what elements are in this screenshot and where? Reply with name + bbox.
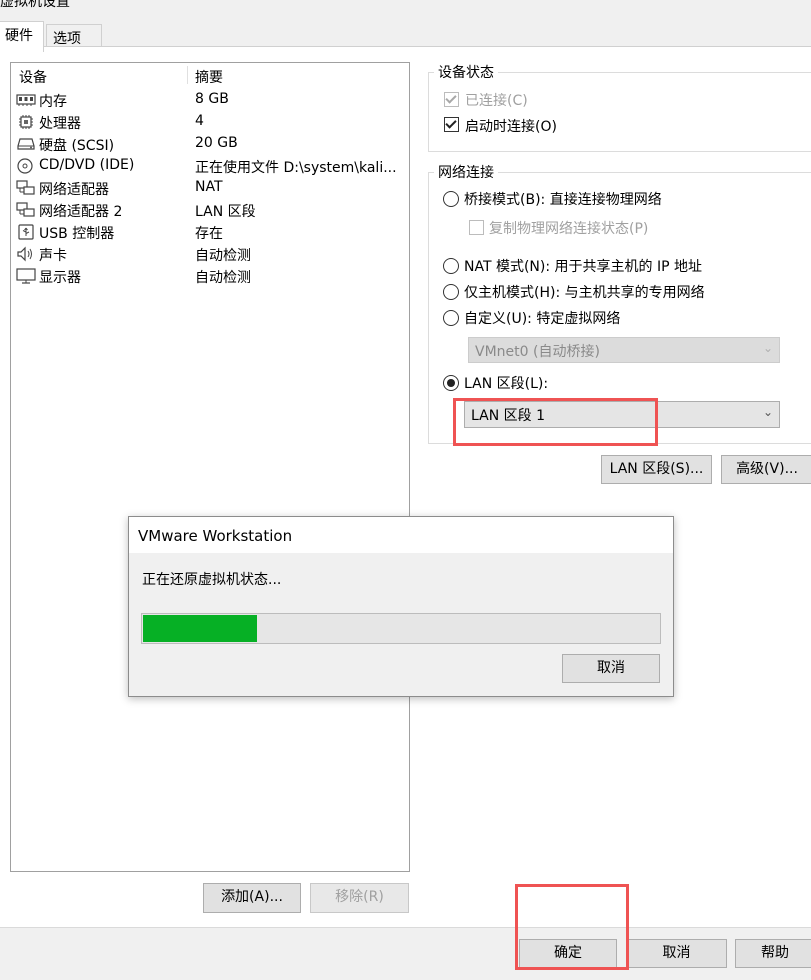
device-list-header: 设备 摘要 <box>11 63 409 87</box>
chevron-down-icon: ⌄ <box>762 341 773 355</box>
chevron-down-icon: ⌄ <box>762 405 773 419</box>
replicate-state-checkbox[interactable] <box>469 220 484 235</box>
device-name: 网络适配器 <box>39 182 109 198</box>
device-summary: 8 GB <box>195 91 229 107</box>
add-device-button[interactable]: 添加(A)... <box>203 883 301 913</box>
progress-bar <box>141 613 661 644</box>
cancel-button[interactable]: 取消 <box>626 939 727 968</box>
lan-segment-radio[interactable] <box>443 375 459 391</box>
bridged-label: 桥接模式(B): 直接连接物理网络 <box>464 192 662 208</box>
connected-checkbox[interactable] <box>444 92 459 107</box>
device-row-network-adapter-2[interactable]: 网络适配器 2 LAN 区段 <box>11 199 409 221</box>
custom-network-select[interactable]: VMnet0 (自动桥接) ⌄ <box>468 337 780 363</box>
device-summary: NAT <box>195 179 223 195</box>
lan-segment-label: LAN 区段(L): <box>464 376 549 392</box>
nat-radio[interactable] <box>443 258 459 274</box>
dialog-message: 正在还原虚拟机状态... <box>142 572 282 588</box>
connect-on-power-checkbox[interactable] <box>444 117 459 132</box>
device-row-processor[interactable]: 处理器 4 <box>11 111 409 133</box>
device-name: CD/DVD (IDE) <box>39 157 135 173</box>
host-only-radio[interactable] <box>443 284 459 300</box>
dialog-title-bar: VMware Workstation <box>129 517 673 553</box>
network-connection-title: 网络连接 <box>434 162 498 182</box>
device-name: 内存 <box>39 94 67 110</box>
device-name: 声卡 <box>39 248 67 264</box>
network-icon <box>16 180 35 195</box>
device-row-hard-disk[interactable]: 硬盘 (SCSI) 20 GB <box>11 133 409 155</box>
host-only-label: 仅主机模式(H): 与主机共享的专用网络 <box>464 285 705 301</box>
device-summary: 正在使用文件 D:\system\kali... <box>195 160 397 176</box>
device-summary: 自动检测 <box>195 270 251 286</box>
device-status-title: 设备状态 <box>434 62 498 82</box>
device-name: USB 控制器 <box>39 226 115 242</box>
tab-row: 硬件 选项 <box>0 14 811 52</box>
progress-dialog: VMware Workstation 正在还原虚拟机状态... 取消 <box>128 516 674 697</box>
dialog-cancel-button[interactable]: 取消 <box>562 654 660 683</box>
device-summary: 存在 <box>195 226 223 242</box>
device-row-usb-controller[interactable]: USB 控制器 存在 <box>11 221 409 243</box>
device-summary: 4 <box>195 113 204 129</box>
device-row-sound-card[interactable]: 声卡 自动检测 <box>11 243 409 265</box>
device-name: 显示器 <box>39 270 81 286</box>
device-name: 处理器 <box>39 116 81 132</box>
device-column-header[interactable]: 设备 <box>19 67 47 87</box>
remove-device-button[interactable]: 移除(R) <box>310 883 409 913</box>
device-summary: 自动检测 <box>195 248 251 264</box>
device-row-cd-dvd[interactable]: CD/DVD (IDE) 正在使用文件 D:\system\kali... <box>11 155 409 177</box>
dialog-title: VMware Workstation <box>138 527 293 545</box>
window-title-strip: 虚拟机设置 <box>0 0 811 14</box>
lan-segments-button[interactable]: LAN 区段(S)... <box>601 455 712 484</box>
custom-label: 自定义(U): 特定虚拟网络 <box>464 311 621 327</box>
highlight-box <box>453 398 658 446</box>
device-name: 硬盘 (SCSI) <box>39 138 115 154</box>
device-row-display[interactable]: 显示器 自动检测 <box>11 265 409 287</box>
nat-label: NAT 模式(N): 用于共享主机的 IP 地址 <box>464 259 702 275</box>
speaker-icon <box>17 246 32 262</box>
device-name: 网络适配器 2 <box>39 204 123 220</box>
device-summary: 20 GB <box>195 135 238 151</box>
usb-icon <box>18 224 34 240</box>
window-title: 虚拟机设置 <box>0 0 70 10</box>
device-summary: LAN 区段 <box>195 204 256 220</box>
tab-hardware[interactable]: 硬件 <box>0 21 44 52</box>
summary-column-header[interactable]: 摘要 <box>195 67 223 87</box>
device-row-network-adapter[interactable]: 网络适配器 NAT <box>11 177 409 199</box>
custom-network-value: VMnet0 (自动桥接) <box>475 344 600 360</box>
device-list[interactable]: 设备 摘要 内存 8 GB 处理器 4 硬盘 (SCSI) 20 GB CD/D… <box>10 62 410 872</box>
network-icon <box>16 202 35 217</box>
column-separator <box>187 66 188 84</box>
disk-icon <box>17 138 35 150</box>
device-row-memory[interactable]: 内存 8 GB <box>11 89 409 111</box>
connected-label: 已连接(C) <box>465 93 528 109</box>
cpu-icon <box>19 115 33 129</box>
device-status-group <box>428 72 811 152</box>
replicate-state-label: 复制物理网络连接状态(P) <box>489 221 649 237</box>
custom-radio[interactable] <box>443 310 459 326</box>
connect-on-power-label: 启动时连接(O) <box>465 119 557 135</box>
monitor-icon <box>16 268 36 284</box>
bridged-radio[interactable] <box>443 191 459 207</box>
help-button[interactable]: 帮助 <box>735 939 811 968</box>
memory-icon <box>16 94 36 106</box>
cd-icon <box>17 158 33 174</box>
advanced-button[interactable]: 高级(V)... <box>721 455 811 484</box>
progress-fill <box>143 615 257 642</box>
highlight-box <box>515 884 629 970</box>
